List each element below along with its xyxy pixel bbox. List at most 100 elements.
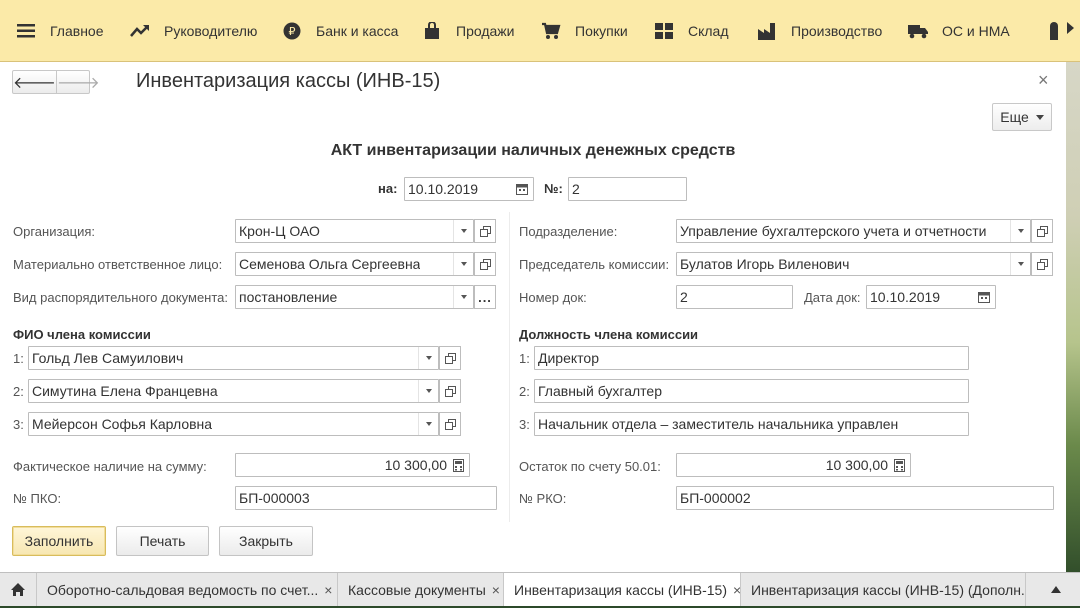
home-icon[interactable] [0, 573, 37, 606]
member-name-value: Мейерсон Софья Карловна [32, 416, 213, 432]
open-copy-icon [1036, 258, 1048, 270]
date-value: 10.10.2019 [408, 181, 479, 197]
tab-label: Оборотно-сальдовая ведомость по счет... [47, 581, 319, 598]
menu-item-production[interactable]: Производство [757, 18, 882, 44]
forward-arrow-icon[interactable]: 🡒 [55, 71, 100, 93]
actual-amount-label: Фактическое наличие на сумму: [13, 459, 207, 474]
menu-item-fixed-assets[interactable]: ОС и НМА [908, 18, 1010, 44]
chevron-down-icon[interactable] [418, 380, 438, 402]
tab-balance-sheet[interactable]: Оборотно-сальдовая ведомость по счет... … [37, 573, 338, 606]
menu-item-label: Банк и касса [316, 23, 399, 39]
chairman-field[interactable]: Булатов Игорь Виленович [676, 252, 1031, 276]
close-button[interactable]: Закрыть [219, 526, 313, 556]
tab-cash-documents[interactable]: Кассовые документы × [338, 573, 504, 606]
main-menu-bar: Главное Руководителю ₽ Банк и касса Прод… [0, 0, 1080, 62]
select-order-type-button[interactable]: ... [474, 285, 496, 309]
member-name-value: Гольд Лев Самуилович [32, 350, 184, 366]
menu-item-warehouse[interactable]: Склад [654, 18, 729, 44]
close-icon[interactable]: × [733, 582, 740, 598]
menu-scroll-right-icon[interactable] [1067, 22, 1074, 34]
chevron-down-icon[interactable] [453, 253, 473, 275]
open-organization-button[interactable] [474, 219, 496, 243]
member-name-field[interactable]: Мейерсон Софья Карловна [28, 412, 439, 436]
chevron-down-icon[interactable] [453, 220, 473, 242]
open-member-button[interactable] [439, 412, 461, 436]
organization-value: Крон-Ц ОАО [239, 223, 320, 239]
factory-icon [757, 22, 777, 40]
menu-item-label: Покупки [575, 23, 628, 39]
bag-icon [422, 22, 442, 40]
members-header: ФИО члена комиссии [13, 327, 151, 342]
calendar-icon[interactable] [973, 286, 995, 308]
menu-item-main[interactable]: Главное [16, 18, 104, 44]
chevron-down-icon[interactable] [418, 347, 438, 369]
pko-label: № ПКО: [13, 491, 62, 506]
member-position-field[interactable]: Начальник отдела – заместитель начальник… [534, 412, 969, 436]
member-number: 1: [13, 351, 24, 366]
ruble-icon: ₽ [282, 22, 302, 40]
menu-item-management[interactable]: Руководителю [130, 18, 257, 44]
order-type-field[interactable]: постановление [235, 285, 474, 309]
department-field[interactable]: Управление бухгалтерского учета и отчетн… [676, 219, 1031, 243]
member-name-field[interactable]: Симутина Елена Францевна [28, 379, 439, 403]
tab-cash-inventory[interactable]: Инвентаризация кассы (ИНВ-15) × [504, 573, 741, 606]
fill-button[interactable]: Заполнить [12, 526, 106, 556]
back-arrow-icon[interactable]: 🡐 [13, 71, 56, 93]
column-divider [509, 212, 510, 522]
open-copy-icon [444, 352, 456, 364]
account-balance-field[interactable]: 10 300,00 [676, 453, 911, 477]
chevron-down-icon[interactable] [1010, 253, 1030, 275]
account-balance-value: 10 300,00 [825, 457, 888, 473]
member-position-field[interactable]: Главный бухгалтер [534, 379, 969, 403]
close-icon[interactable]: × [324, 582, 332, 598]
close-icon[interactable]: × [1038, 70, 1049, 91]
menu-item-bank[interactable]: ₽ Банк и касса [282, 18, 398, 44]
rko-field[interactable]: БП-000002 [676, 486, 1054, 510]
menu-item-purchases[interactable]: Покупки [541, 18, 628, 44]
open-department-button[interactable] [1031, 219, 1053, 243]
pko-field[interactable]: БП-000003 [235, 486, 497, 510]
order-type-value: постановление [239, 289, 338, 305]
calculator-icon[interactable] [888, 454, 910, 476]
member-position-value: Главный бухгалтер [538, 383, 662, 399]
calendar-icon[interactable] [511, 178, 533, 200]
tab-cash-inventory-additional[interactable]: Инвентаризация кассы (ИНВ-15) (Дополн... [741, 573, 1026, 606]
member-name-field[interactable]: Гольд Лев Самуилович [28, 346, 439, 370]
chevron-down-icon[interactable] [1010, 220, 1030, 242]
rko-label: № РКО: [519, 491, 567, 506]
open-member-button[interactable] [439, 379, 461, 403]
department-value: Управление бухгалтерского учета и отчетн… [680, 223, 987, 239]
member-position-field[interactable]: Директор [534, 346, 969, 370]
chevron-up-icon[interactable] [1046, 573, 1066, 606]
chairman-value: Булатов Игорь Виленович [680, 256, 850, 272]
rko-value: БП-000002 [680, 490, 751, 506]
number-label: №: [544, 181, 563, 196]
chevron-down-icon[interactable] [453, 286, 473, 308]
actual-amount-field[interactable]: 10 300,00 [235, 453, 470, 477]
doc-date-field[interactable]: 10.10.2019 [866, 285, 996, 309]
cart-icon [541, 22, 561, 40]
department-label: Подразделение: [519, 224, 618, 239]
date-field[interactable]: 10.10.2019 [404, 177, 534, 201]
print-button[interactable]: Печать [116, 526, 209, 556]
chevron-down-icon[interactable] [418, 413, 438, 435]
document-window: 🡐 🡒 Инвентаризация кассы (ИНВ-15) × Еще … [0, 62, 1066, 572]
open-chairman-button[interactable] [1031, 252, 1053, 276]
number-field[interactable]: 2 [568, 177, 687, 201]
member-position-value: Начальник отдела – заместитель начальник… [538, 416, 899, 432]
calculator-icon[interactable] [447, 454, 469, 476]
open-member-button[interactable] [439, 346, 461, 370]
doc-number-field[interactable]: 2 [676, 285, 793, 309]
responsible-person-field[interactable]: Семенова Ольга Сергеевна [235, 252, 474, 276]
menu-item-sales[interactable]: Продажи [422, 18, 514, 44]
open-copy-icon [444, 385, 456, 397]
open-responsible-person-button[interactable] [474, 252, 496, 276]
more-button[interactable]: Еще [992, 103, 1052, 131]
pko-value: БП-000003 [239, 490, 310, 506]
position-number: 2: [519, 384, 530, 399]
organization-field[interactable]: Крон-Ц ОАО [235, 219, 474, 243]
more-button-label: Еще [1000, 109, 1029, 125]
doc-number-label: Номер док: [519, 290, 587, 305]
close-icon[interactable]: × [492, 582, 500, 598]
desktop-background [1066, 62, 1080, 572]
